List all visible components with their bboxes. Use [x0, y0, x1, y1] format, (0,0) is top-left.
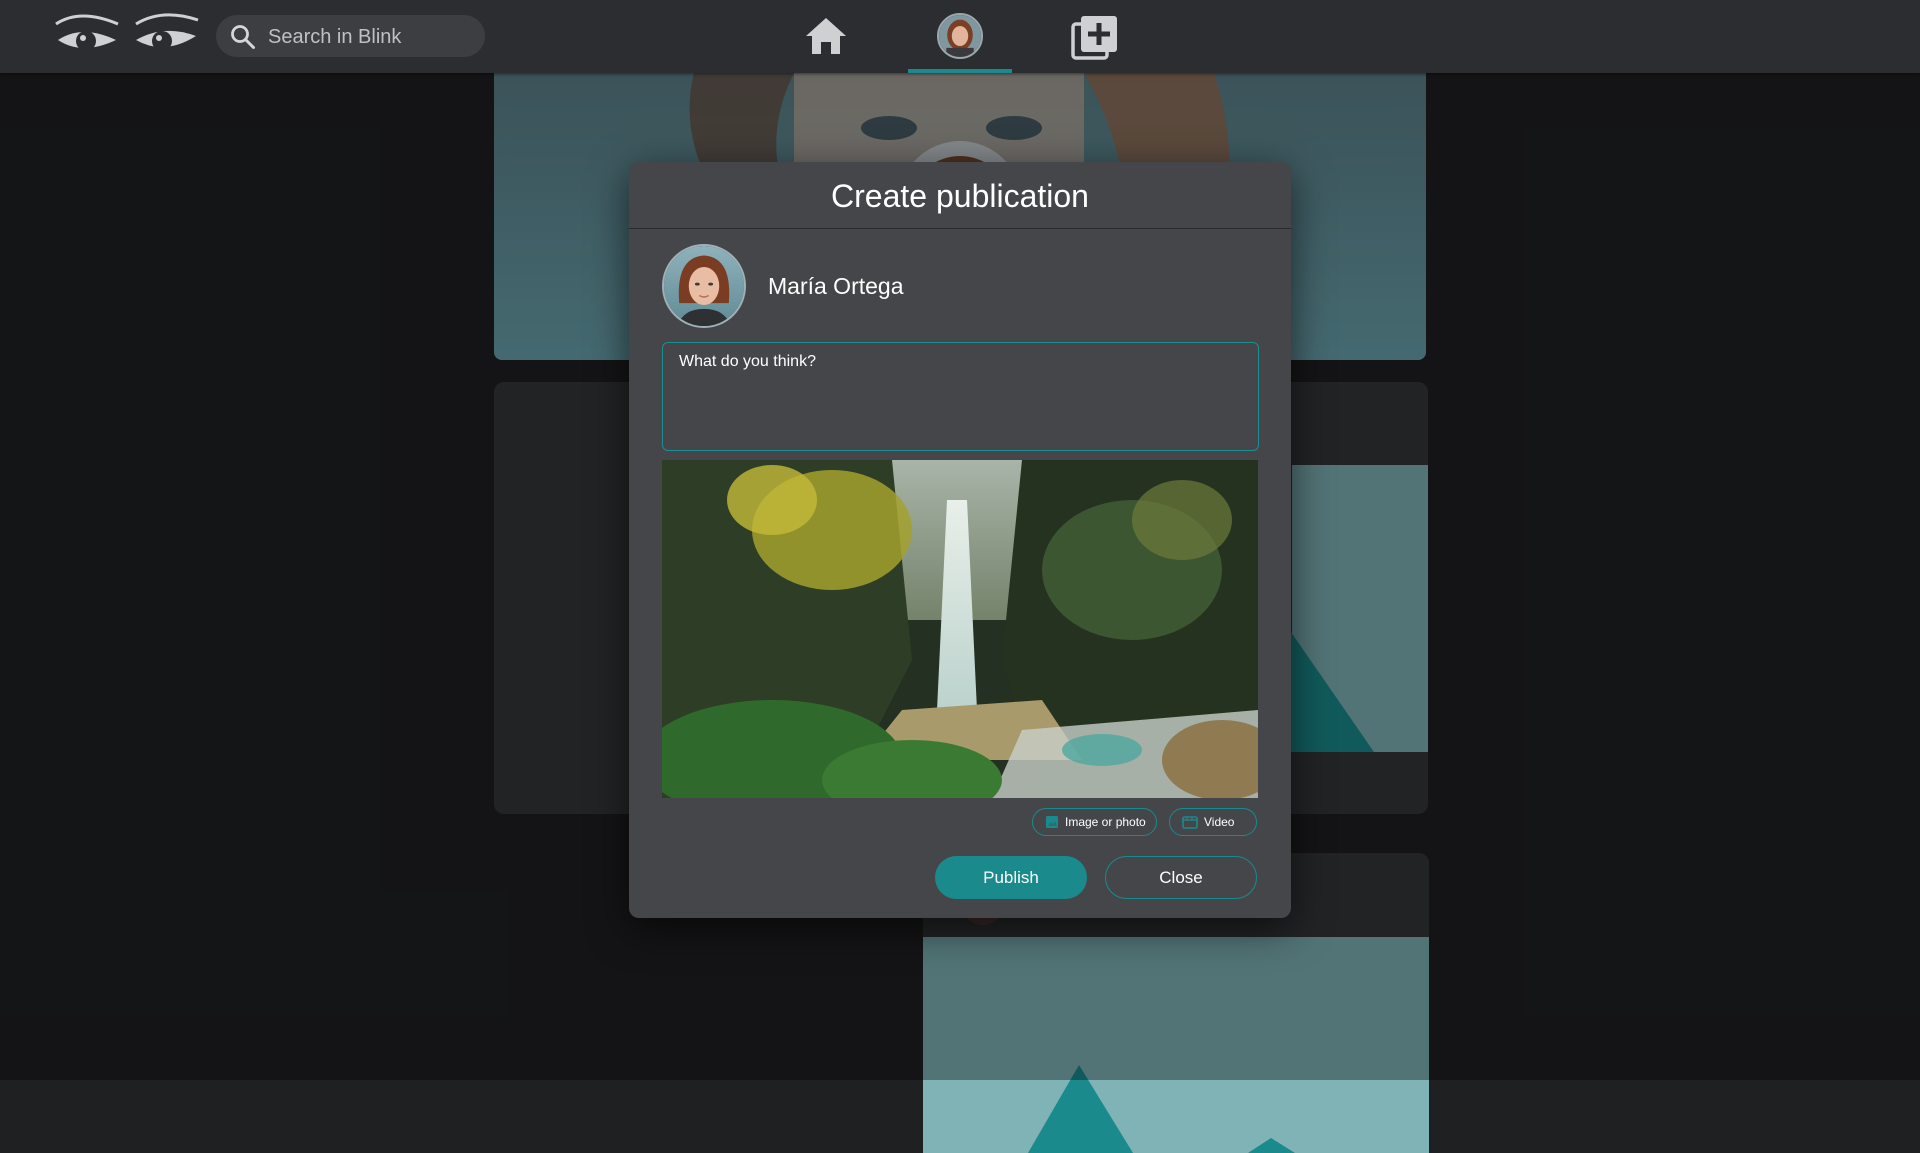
nav-profile-tab[interactable] — [908, 0, 1012, 73]
add-post-icon[interactable] — [1071, 14, 1119, 60]
avatar — [937, 13, 983, 59]
add-image-label: Image or photo — [1065, 815, 1146, 829]
add-image-button[interactable]: Image or photo — [1032, 808, 1157, 836]
search-bar[interactable]: Search in Blink — [216, 15, 485, 57]
top-navigation-bar: Search in Blink — [0, 0, 1920, 73]
author-name: María Ortega — [768, 273, 904, 299]
dialog-title: Create publication — [629, 162, 1291, 229]
add-video-label: Video — [1204, 815, 1235, 829]
search-input[interactable]: Search in Blink — [268, 26, 401, 49]
publish-button[interactable]: Publish — [935, 856, 1087, 899]
create-publication-dialog: Create publication María Ortega What do … — [629, 162, 1291, 918]
author-avatar — [662, 244, 746, 328]
video-icon — [1182, 816, 1198, 829]
image-icon — [1046, 816, 1058, 828]
eyes-logo-icon[interactable] — [52, 10, 202, 65]
add-video-button[interactable]: Video — [1169, 808, 1257, 836]
publication-text-input[interactable]: What do you think? — [662, 342, 1259, 451]
attached-image-preview — [662, 460, 1258, 798]
search-icon — [231, 25, 255, 49]
close-button[interactable]: Close — [1105, 856, 1257, 899]
home-icon[interactable] — [804, 16, 848, 56]
